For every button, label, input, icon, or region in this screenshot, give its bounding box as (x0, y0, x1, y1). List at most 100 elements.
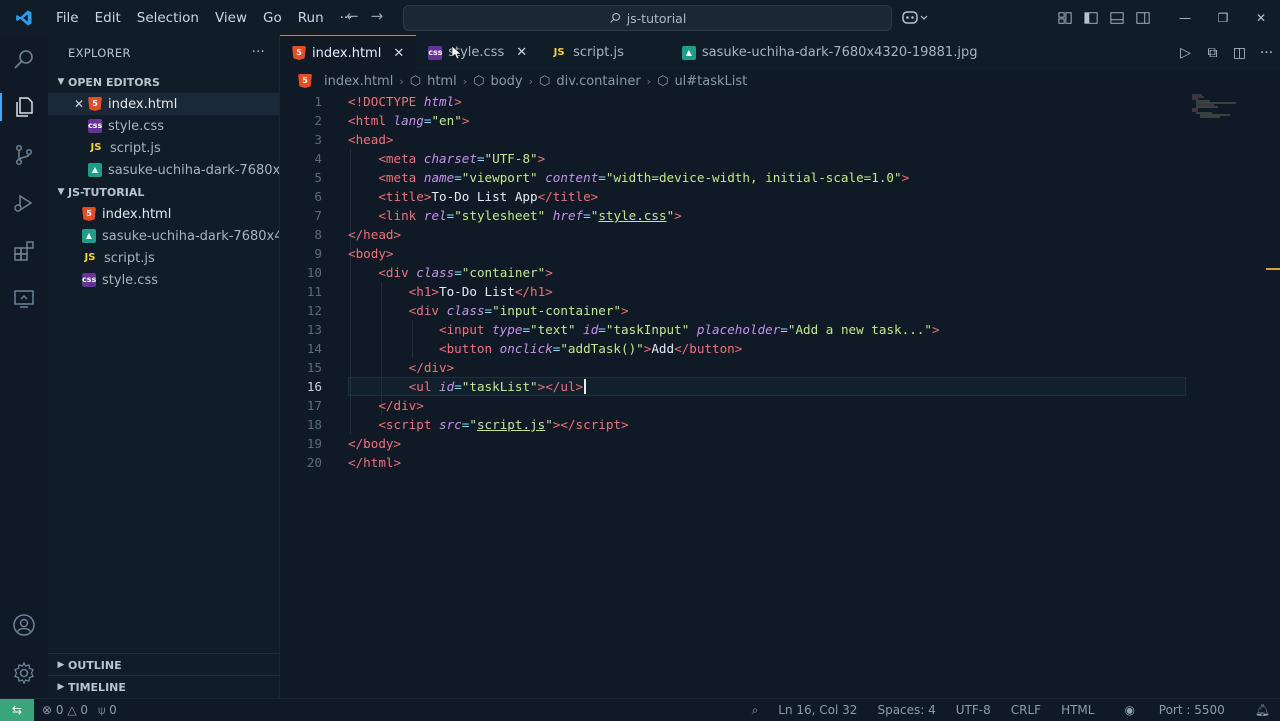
chevron-right-icon: › (528, 74, 534, 88)
toggle-panel-icon[interactable] (1104, 11, 1130, 25)
outline-section[interactable]: ▶ OUTLINE (48, 653, 285, 676)
line-number: 17 (306, 398, 322, 413)
copilot-icon[interactable] (902, 9, 928, 28)
menu-go[interactable]: Go (255, 10, 290, 26)
customize-layout-icon[interactable] (1052, 11, 1078, 25)
image-file-icon: ▲ (88, 163, 102, 177)
live-server-port[interactable]: ◉ Port : 5500 (1104, 703, 1244, 717)
open-editor-item[interactable]: ▲ sasuke-uchiha-dark-7680x... (48, 159, 279, 181)
css-file-icon: css (428, 45, 442, 60)
breadcrumb-body[interactable]: body (490, 74, 522, 89)
command-center-search[interactable]: js-tutorial (403, 5, 892, 31)
remote-explorer-icon[interactable] (0, 275, 48, 323)
chevron-right-icon: ▶ (57, 682, 65, 692)
status-bar: ⇆ ⊗ 0 △ 0 ⍦ 0 ⌕ Ln 16, Col 32 Spaces: 4 … (0, 698, 1280, 721)
minimap[interactable] (1190, 94, 1242, 120)
cursor-position[interactable]: Ln 16, Col 32 (768, 703, 867, 717)
extensions-icon[interactable] (0, 227, 48, 275)
open-editors-section[interactable]: ▼ OPEN EDITORS (48, 71, 279, 93)
chevron-down-icon: ▼ (57, 77, 65, 87)
close-tab-icon[interactable]: ✕ (393, 46, 404, 61)
tab-image-jpg[interactable]: ▲ sasuke-uchiha-dark-7680x4320-19881.jpg (670, 35, 990, 70)
tab-script-js[interactable]: JS script.js (539, 35, 670, 70)
open-editor-item[interactable]: ✕ 5 index.html (48, 93, 279, 115)
menu-selection[interactable]: Selection (129, 10, 207, 26)
code-editor[interactable]: 1 <!DOCTYPE html> 2 <html lang="en"> 3 <hea… (280, 92, 1280, 698)
close-icon[interactable]: ✕ (70, 97, 88, 111)
port-label: Port : 5500 (1158, 703, 1225, 717)
explorer-files-icon[interactable] (0, 83, 48, 131)
tab-style-css[interactable]: css style.css ✕ (416, 35, 539, 70)
menu-edit[interactable]: Edit (87, 10, 129, 26)
indentation[interactable]: Spaces: 4 (867, 703, 945, 717)
chevron-right-icon: › (399, 74, 404, 88)
code-line: 9 <body> (280, 244, 1186, 263)
editor-tabs: 5 index.html ✕ css style.css ✕ JS script… (280, 35, 1280, 70)
scrollbar-marker (1266, 268, 1280, 270)
search-view-icon[interactable] (0, 35, 48, 83)
ports-indicator[interactable]: ⍦ 0 (98, 703, 117, 718)
accounts-icon[interactable] (0, 601, 48, 649)
breadcrumb-div-container[interactable]: div.container (556, 74, 640, 89)
line-number: 13 (306, 322, 322, 337)
close-window-icon[interactable]: ✕ (1242, 11, 1280, 25)
breadcrumb-file[interactable]: index.html (324, 74, 393, 89)
error-icon: ⊗ (42, 703, 53, 717)
folder-file-item[interactable]: 5 index.html (48, 203, 279, 225)
cube-icon: ⬡ (473, 73, 485, 89)
split-editor-icon[interactable]: ◫ (1226, 45, 1253, 61)
open-changes-icon[interactable]: ⧉ (1199, 45, 1226, 61)
timeline-section[interactable]: ▶ TIMELINE (48, 675, 285, 698)
toggle-secondary-sidebar-icon[interactable] (1130, 11, 1156, 25)
chevron-right-icon: › (462, 74, 468, 88)
minimize-icon[interactable]: — (1166, 11, 1204, 25)
problems-indicator[interactable]: ⊗ 0 △ 0 (42, 703, 88, 717)
more-actions-icon[interactable]: ··· (1253, 45, 1280, 61)
breadcrumb: 5 index.html › ⬡ html › ⬡ body › ⬡ div.c… (280, 70, 1280, 92)
zoom-icon[interactable]: ⌕ (742, 703, 769, 718)
open-editor-item[interactable]: css style.css (48, 115, 279, 137)
line-number: 18 (306, 417, 322, 432)
line-ending[interactable]: CRLF (1001, 703, 1051, 717)
restore-icon[interactable]: ❐ (1204, 11, 1242, 25)
back-arrow-icon[interactable]: ← (346, 7, 359, 25)
folder-file-item[interactable]: css style.css (48, 269, 279, 291)
encoding[interactable]: UTF-8 (946, 703, 1001, 717)
menu-view[interactable]: View (207, 10, 255, 26)
image-file-icon: ▲ (681, 45, 696, 60)
run-play-icon[interactable]: ▷ (1172, 45, 1199, 61)
file-name: script.js (104, 250, 155, 266)
error-count: 0 (55, 703, 64, 717)
notifications-bell-icon[interactable]: 🔔︎ (1245, 703, 1280, 717)
line-number: 10 (306, 265, 322, 280)
toggle-sidebar-icon[interactable] (1078, 11, 1104, 25)
code-line: 1 <!DOCTYPE html> (280, 92, 1186, 111)
code-line: 8 </head> (280, 225, 1186, 244)
js-file-icon: JS (84, 252, 96, 263)
line-number: 15 (306, 360, 322, 375)
menu-bar: File Edit Selection View Go Run ··· (48, 0, 361, 35)
forward-arrow-icon[interactable]: → (371, 7, 384, 25)
code-line: 3 <head> (280, 130, 1186, 149)
open-editor-item[interactable]: JS script.js (48, 137, 279, 159)
search-icon (609, 12, 620, 23)
file-name: script.js (110, 140, 161, 156)
breadcrumb-ul-tasklist[interactable]: ul#taskList (674, 74, 747, 89)
tab-index-html[interactable]: 5 index.html ✕ (280, 35, 417, 70)
run-debug-icon[interactable] (0, 179, 48, 227)
tab-label: sasuke-uchiha-dark-7680x4320-19881.jpg (701, 45, 978, 60)
settings-gear-icon[interactable] (0, 649, 48, 697)
menu-file[interactable]: File (48, 10, 87, 26)
breadcrumb-html[interactable]: html (427, 74, 457, 89)
remote-indicator-icon[interactable]: ⇆ (0, 699, 34, 721)
folder-file-item[interactable]: JS script.js (48, 247, 279, 269)
menu-run[interactable]: Run (290, 10, 332, 26)
more-actions-icon[interactable]: ··· (252, 45, 265, 60)
close-tab-icon[interactable]: ✕ (516, 45, 527, 60)
code-line: 7 <link rel="stylesheet" href="style.css… (280, 206, 1186, 225)
source-control-icon[interactable] (0, 131, 48, 179)
folder-file-item[interactable]: ▲ sasuke-uchiha-dark-7680x43... (48, 225, 279, 247)
folder-section[interactable]: ▼ JS-TUTORIAL (48, 181, 279, 203)
language-mode[interactable]: HTML (1051, 703, 1104, 717)
line-number: 14 (306, 341, 322, 356)
